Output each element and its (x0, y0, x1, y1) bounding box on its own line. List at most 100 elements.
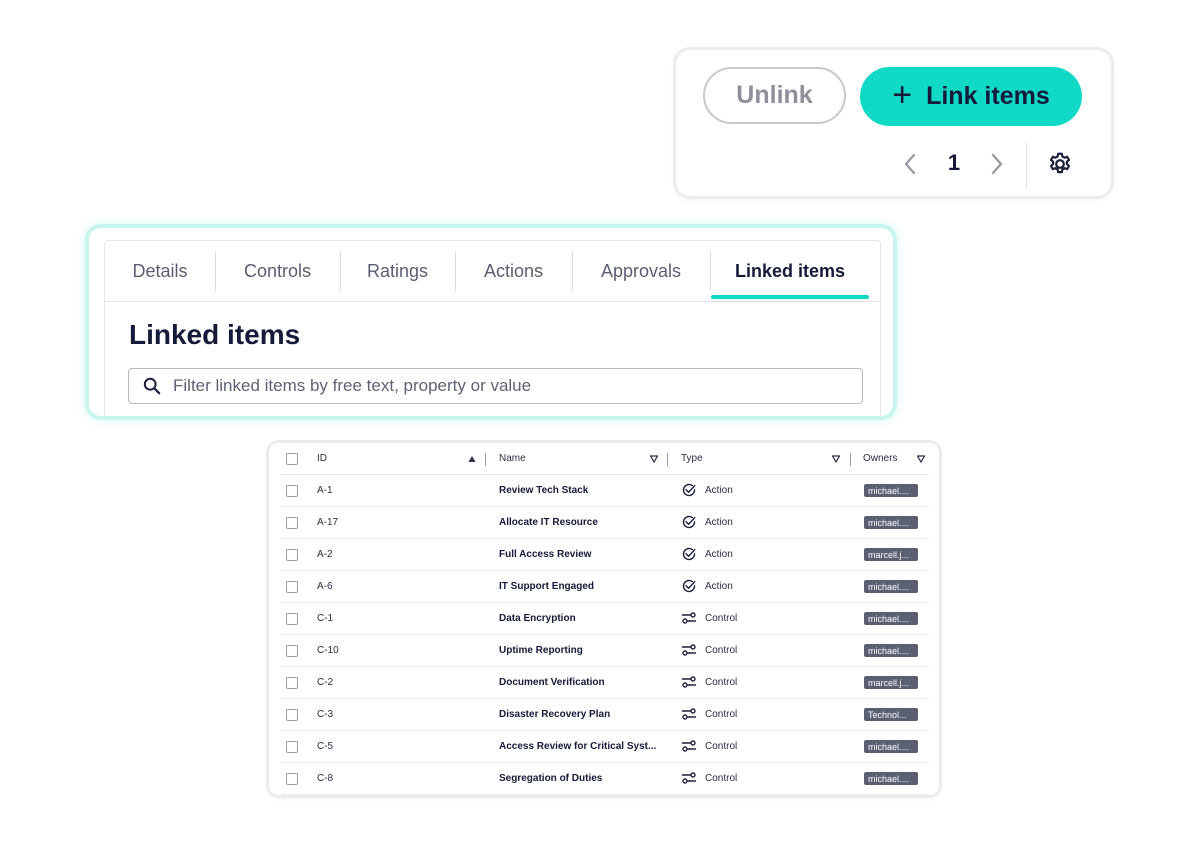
control-sliders-icon (681, 740, 697, 752)
row-name[interactable]: Disaster Recovery Plan (499, 698, 659, 730)
owner-badge: Technol... (864, 708, 918, 721)
owner-badge: michael.... (864, 484, 918, 497)
row-name[interactable]: Data Encryption (499, 602, 659, 634)
tab-bar: Details Controls Ratings Actions Approva… (105, 241, 880, 302)
row-type-label: Control (705, 676, 738, 688)
column-separator (667, 453, 668, 466)
owner-badge: michael.... (864, 516, 918, 529)
tab-ratings[interactable]: Ratings (340, 241, 455, 301)
row-name[interactable]: Allocate IT Resource (499, 506, 659, 538)
row-name[interactable]: Review Tech Stack (499, 474, 659, 506)
row-id: C-10 (317, 644, 339, 656)
column-header-type[interactable]: Type (681, 443, 703, 474)
row-checkbox[interactable] (286, 677, 298, 689)
tab-approvals[interactable]: Approvals (572, 241, 710, 301)
row-id: C-8 (317, 772, 334, 784)
filter-triangle-icon[interactable] (832, 455, 840, 463)
owner-badge: michael.... (864, 644, 918, 657)
tab-linked-items[interactable]: Linked items (710, 241, 870, 301)
filter-triangle-icon[interactable] (917, 455, 925, 463)
row-type-label: Control (705, 708, 738, 720)
tab-actions[interactable]: Actions (455, 241, 572, 301)
row-type-label: Control (705, 612, 738, 624)
row-id: C-1 (317, 612, 334, 624)
linked-items-panel: Details Controls Ratings Actions Approva… (89, 228, 893, 416)
chevron-left-icon (904, 153, 916, 175)
row-name[interactable]: Segregation of Duties (499, 762, 659, 794)
row-type-label: Control (705, 740, 738, 752)
table-row[interactable]: A-6 IT Support Engaged Action michael...… (281, 570, 929, 603)
row-checkbox[interactable] (286, 485, 298, 497)
row-type: Control (681, 666, 737, 698)
page-title: Linked items (129, 319, 301, 350)
owner-badge: michael.... (864, 740, 918, 753)
action-check-icon (682, 579, 696, 593)
tab-details[interactable]: Details (105, 241, 215, 301)
table-row[interactable]: A-2 Full Access Review Action marcell.j.… (281, 538, 929, 571)
row-name[interactable]: Uptime Reporting (499, 634, 659, 666)
row-type-label: Action (705, 484, 733, 496)
column-header-name[interactable]: Name (499, 443, 526, 474)
link-items-label: Link items (926, 82, 1050, 110)
row-checkbox[interactable] (286, 741, 298, 753)
filter-triangle-icon[interactable] (650, 455, 658, 463)
column-header-id[interactable]: ID (317, 443, 327, 474)
panel-inner: Details Controls Ratings Actions Approva… (104, 240, 881, 416)
divider (1026, 142, 1027, 187)
row-type-label: Action (705, 548, 733, 560)
row-checkbox[interactable] (286, 645, 298, 657)
row-type: Action (681, 538, 733, 570)
row-type: Control (681, 602, 737, 634)
link-actions-card: Unlink + Link items 1 (676, 50, 1111, 196)
row-id: A-6 (317, 580, 333, 592)
column-separator (850, 453, 851, 466)
owner-badge: michael.... (864, 612, 918, 625)
control-sliders-icon (681, 644, 697, 656)
link-items-button[interactable]: + Link items (860, 67, 1082, 126)
linked-items-table: ID Name Type Owners A-1 Review Tech Stac… (269, 443, 939, 795)
pager-prev-button[interactable] (900, 152, 920, 176)
pager-next-button[interactable] (987, 152, 1007, 176)
row-checkbox[interactable] (286, 549, 298, 561)
table-row[interactable]: C-5 Access Review for Critical Syst... C… (281, 730, 929, 763)
row-name[interactable]: Full Access Review (499, 538, 659, 570)
tab-controls[interactable]: Controls (215, 241, 340, 301)
table-row[interactable]: C-1 Data Encryption Control michael.... (281, 602, 929, 635)
sort-ascending-icon[interactable] (468, 455, 476, 463)
table-row[interactable]: C-3 Disaster Recovery Plan Control Techn… (281, 698, 929, 731)
search-icon (143, 377, 161, 395)
gear-icon[interactable] (1047, 151, 1073, 177)
table-row[interactable]: A-1 Review Tech Stack Action michael.... (281, 474, 929, 507)
row-id: A-1 (317, 484, 333, 496)
row-type-label: Action (705, 580, 733, 592)
control-sliders-icon (681, 612, 697, 624)
select-all-checkbox[interactable] (286, 453, 298, 465)
row-type: Control (681, 698, 737, 730)
control-sliders-icon (681, 676, 697, 688)
row-checkbox[interactable] (286, 709, 298, 721)
table-row[interactable]: A-17 Allocate IT Resource Action michael… (281, 506, 929, 539)
chevron-right-icon (991, 153, 1003, 175)
row-type: Control (681, 762, 737, 794)
row-name[interactable]: Document Verification (499, 666, 659, 698)
row-id: C-5 (317, 740, 334, 752)
filter-field[interactable] (128, 368, 863, 404)
table-row[interactable]: C-2 Document Verification Control marcel… (281, 666, 929, 699)
owner-badge: michael.... (864, 772, 918, 785)
row-name[interactable]: Access Review for Critical Syst... (499, 730, 659, 762)
column-separator (485, 453, 486, 466)
table-row[interactable]: C-10 Uptime Reporting Control michael...… (281, 634, 929, 667)
table-row[interactable]: C-8 Segregation of Duties Control michae… (281, 762, 929, 795)
row-checkbox[interactable] (286, 581, 298, 593)
table-header: ID Name Type Owners (281, 443, 929, 475)
row-type: Action (681, 474, 733, 506)
row-checkbox[interactable] (286, 517, 298, 529)
column-header-owners[interactable]: Owners (863, 443, 897, 474)
row-name[interactable]: IT Support Engaged (499, 570, 659, 602)
unlink-button[interactable]: Unlink (703, 67, 846, 124)
action-check-icon (682, 547, 696, 561)
filter-input[interactable] (171, 375, 835, 397)
active-tab-indicator (711, 295, 869, 299)
row-checkbox[interactable] (286, 773, 298, 785)
row-checkbox[interactable] (286, 613, 298, 625)
